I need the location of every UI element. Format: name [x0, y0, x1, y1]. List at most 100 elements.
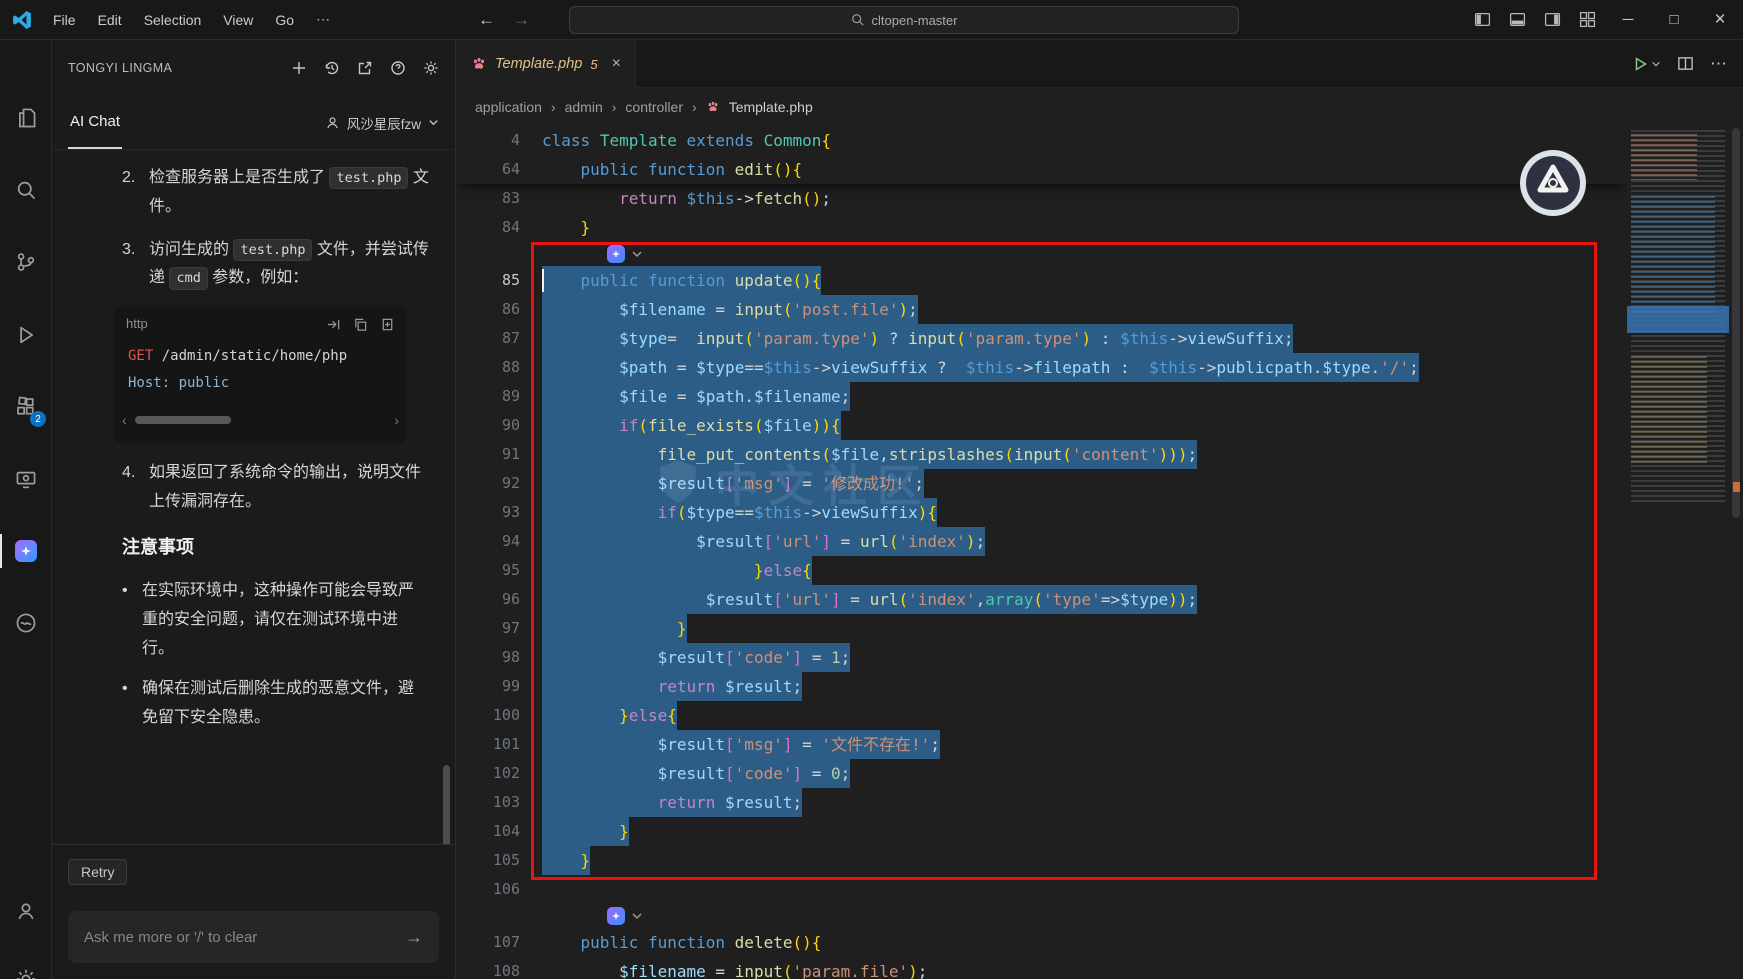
lingma-codelens-icon[interactable] [607, 907, 625, 925]
run-button[interactable] [1631, 55, 1661, 73]
search-icon[interactable] [0, 166, 52, 214]
code-line-97[interactable]: 97 } [457, 614, 1627, 643]
scroll-left-icon[interactable]: ‹ [122, 408, 127, 433]
retry-button[interactable]: Retry [68, 859, 128, 885]
tab-template-php[interactable]: Template.php 5 × [457, 40, 636, 88]
customize-layout-icon[interactable] [1579, 11, 1596, 28]
accounts-icon[interactable] [0, 887, 52, 935]
code-line-88[interactable]: 88 $path = $type==$this->viewSuffix ? $t… [457, 353, 1627, 382]
list-number: 2. [122, 169, 136, 186]
editor-tabs: Template.php 5 × ⋯ [457, 40, 1743, 88]
code-line-98[interactable]: 98 $result['code'] = 1; [457, 643, 1627, 672]
editor-vscrollbar[interactable] [1729, 126, 1743, 979]
toggle-secondary-sidebar-icon[interactable] [1544, 11, 1561, 28]
share-icon[interactable] [357, 60, 373, 76]
code-line-105[interactable]: 105 } [457, 846, 1627, 875]
help-icon[interactable] [390, 60, 406, 76]
menu-edit[interactable]: Edit [87, 8, 133, 32]
code-line-99[interactable]: 99 return $result; [457, 672, 1627, 701]
notes-heading: 注意事项 [122, 536, 194, 557]
vscroll-thumb[interactable] [1732, 128, 1740, 518]
list-number: 3. [122, 240, 136, 258]
chevron-down-icon[interactable] [631, 910, 643, 922]
hscroll-thumb[interactable] [134, 416, 231, 425]
minimap-decoration [1631, 134, 1697, 180]
code-line-83[interactable]: 83 return $this->fetch(); [457, 184, 1627, 213]
minimap[interactable] [1627, 126, 1729, 979]
code-block-hscrollbar[interactable]: ‹ › [114, 404, 407, 443]
editor-more-icon[interactable]: ⋯ [1710, 54, 1727, 74]
code-line-103[interactable]: 103 return $result; [457, 788, 1627, 817]
go-back-icon[interactable]: ← [478, 10, 495, 30]
go-forward-icon[interactable]: → [513, 10, 530, 30]
copy-icon[interactable] [353, 317, 368, 332]
code-line-89[interactable]: 89 $file = $path.$filename; [457, 382, 1627, 411]
inline-ai-codelens[interactable] [457, 242, 1627, 266]
run-dropdown-icon[interactable] [1651, 59, 1661, 69]
code-line-90[interactable]: 90 if(file_exists($file)){ [457, 411, 1627, 440]
tab-close-icon[interactable]: × [612, 55, 621, 73]
chevron-down-icon[interactable] [631, 248, 643, 260]
tongyi-lingma-icon[interactable] [0, 527, 52, 575]
lingma-codelens-icon[interactable] [607, 245, 625, 263]
code-line-84[interactable]: 84 } [457, 213, 1627, 242]
code-line-96[interactable]: 96 $result['url'] = url('index',array('t… [457, 585, 1627, 614]
code-line-85[interactable]: 85 public function update(){ [457, 266, 1627, 295]
code-editor[interactable]: 4 class Template extends Common{64 public… [457, 126, 1627, 979]
chat-assistant-icon[interactable] [0, 599, 52, 647]
code-line-101[interactable]: 101 $result['msg'] = '文件不存在!'; [457, 730, 1627, 759]
source-control-icon[interactable] [0, 238, 52, 286]
code-line-64[interactable]: 64 public function edit(){ [457, 155, 1627, 184]
breadcrumb-item-file[interactable]: Template.php [729, 99, 813, 115]
code-line-95[interactable]: 95 }else{ [457, 556, 1627, 585]
code-line-4[interactable]: 4 class Template extends Common{ [457, 126, 1627, 155]
menu-selection[interactable]: Selection [133, 8, 213, 32]
settings-gear-icon[interactable] [0, 955, 52, 979]
split-editor-icon[interactable] [1677, 55, 1694, 72]
extensions-icon[interactable]: 2 [0, 383, 52, 431]
code-line-94[interactable]: 94 $result['url'] = url('index'); [457, 527, 1627, 556]
line-number: 85 [501, 271, 520, 289]
window-maximize-button[interactable]: □ [1651, 0, 1697, 40]
line-number: 97 [501, 619, 520, 637]
code-line-102[interactable]: 102 $result['code'] = 0; [457, 759, 1627, 788]
panel-settings-icon[interactable] [423, 60, 439, 76]
window-close-button[interactable]: × [1697, 0, 1743, 40]
menu-view[interactable]: View [212, 8, 264, 32]
insert-into-editor-icon[interactable] [326, 317, 341, 332]
code-line-106[interactable]: 106 [457, 875, 1627, 904]
menu-more-icon[interactable]: ⋯ [305, 7, 341, 32]
send-icon[interactable]: → [405, 927, 423, 948]
run-debug-icon[interactable] [0, 311, 52, 359]
chat-input[interactable] [84, 928, 397, 946]
code-line-93[interactable]: 93 if($type==$this->viewSuffix){ [457, 498, 1627, 527]
code-line-87[interactable]: 87 $type= input('param.type') ? input('p… [457, 324, 1627, 353]
menu-go[interactable]: Go [264, 8, 305, 32]
text-cursor [542, 269, 544, 292]
breadcrumb-item[interactable]: controller [625, 99, 683, 115]
scroll-right-icon[interactable]: › [394, 408, 399, 433]
code-line-108[interactable]: 108 $filename = input('param.file'); [457, 957, 1627, 979]
toggle-primary-sidebar-icon[interactable] [1474, 11, 1491, 28]
tab-ai-chat[interactable]: AI Chat [68, 96, 123, 149]
breadcrumb-item[interactable]: admin [565, 99, 603, 115]
window-minimize-button[interactable]: ─ [1605, 0, 1651, 40]
code-line-91[interactable]: 91 file_put_contents($file,stripslashes(… [457, 440, 1627, 469]
toggle-panel-icon[interactable] [1509, 11, 1526, 28]
new-chat-icon[interactable] [291, 60, 307, 76]
remote-explorer-icon[interactable] [0, 456, 52, 504]
breadcrumb-item[interactable]: application [475, 99, 542, 115]
code-line-107[interactable]: 107 public function delete(){ [457, 928, 1627, 957]
user-account-menu[interactable]: 风沙星辰fzw [325, 113, 439, 133]
menu-file[interactable]: File [42, 8, 87, 32]
code-line-104[interactable]: 104 } [457, 817, 1627, 846]
history-icon[interactable] [324, 60, 340, 76]
chat-scrollbar-thumb[interactable] [443, 765, 450, 844]
code-line-100[interactable]: 100 }else{ [457, 701, 1627, 730]
new-file-icon[interactable] [380, 317, 395, 332]
code-line-86[interactable]: 86 $filename = input('post.file'); [457, 295, 1627, 324]
explorer-icon[interactable] [0, 94, 52, 142]
command-center-search[interactable]: cltopen-master [569, 6, 1239, 34]
code-line-92[interactable]: 92 $result['msg'] = '修改成功!'; [457, 469, 1627, 498]
inline-ai-codelens[interactable] [457, 904, 1627, 928]
